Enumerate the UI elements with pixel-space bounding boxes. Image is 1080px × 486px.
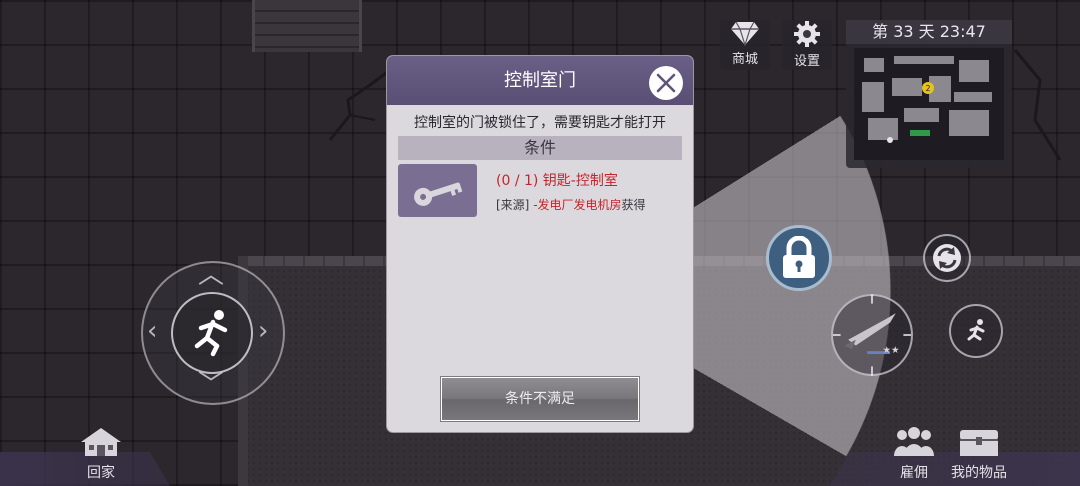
shop-button[interactable]: 商城: [720, 20, 770, 70]
running-man-icon: [194, 310, 228, 357]
close-button[interactable]: [649, 66, 683, 100]
source-suffix: 获得: [621, 198, 646, 212]
svg-text:★★: ★★: [882, 345, 899, 356]
refresh-icon: [933, 244, 961, 272]
my-items-button[interactable]: 我的物品: [946, 426, 1012, 482]
joystick-knob[interactable]: [171, 292, 253, 374]
source-location: -发电厂发电机房: [529, 198, 622, 212]
conditions-header: 条件: [398, 136, 682, 160]
unlock-door-button[interactable]: [766, 225, 832, 291]
hire-button[interactable]: 雇佣: [889, 426, 939, 482]
diamond-icon: [731, 21, 759, 46]
source-prefix: [来源]: [496, 198, 530, 212]
house-icon: [81, 428, 121, 456]
minimap-marker-number: 2: [925, 84, 930, 93]
key-icon: [413, 182, 462, 206]
home-label: 回家: [87, 465, 115, 481]
group-people-icon: [894, 427, 934, 456]
switch-weapon-button[interactable]: [923, 234, 971, 282]
stairs: [252, 0, 362, 52]
chevron-left-icon: ‹: [147, 316, 158, 346]
required-item-name: (0 / 1) 钥匙-控制室: [496, 173, 618, 189]
settings-button[interactable]: 设置: [782, 20, 832, 70]
door-dialog: 控制室门 控制室的门被锁住了，需要钥匙才能打开 条件 (0 / 1) 钥匙-控制…: [387, 56, 693, 432]
home-button[interactable]: 回家: [76, 426, 126, 482]
treasure-chest-icon: [960, 430, 998, 456]
hire-label: 雇佣: [900, 465, 928, 481]
sprint-icon: [967, 319, 985, 341]
chevron-up-icon: ︿: [198, 260, 225, 290]
settings-label: 设置: [793, 54, 820, 69]
crosshair-knife-icon: ★★: [833, 294, 911, 376]
sprint-button[interactable]: [949, 304, 1003, 358]
padlock-icon: [783, 236, 815, 278]
attack-weapon-button[interactable]: ★★: [831, 294, 913, 376]
dialog-title: 控制室门: [504, 70, 576, 91]
close-icon: [656, 73, 676, 93]
shop-label: 商城: [731, 52, 758, 67]
my-items-label: 我的物品: [951, 465, 1007, 481]
conditions-unmet-button[interactable]: 条件不满足: [441, 377, 639, 421]
chevron-right-icon: ›: [258, 316, 269, 346]
day-minimap-panel[interactable]: 第 33 天 23:47 2: [846, 20, 1012, 168]
day-time-label: 第 33 天 23:47: [846, 20, 1012, 44]
dialog-description: 控制室的门被锁住了，需要钥匙才能打开: [414, 115, 666, 131]
required-item-source: [来源] -发电厂发电机房获得: [496, 196, 646, 213]
gear-icon: [794, 21, 820, 47]
required-item-slot[interactable]: [398, 164, 477, 217]
minimap[interactable]: 2: [854, 48, 1004, 160]
